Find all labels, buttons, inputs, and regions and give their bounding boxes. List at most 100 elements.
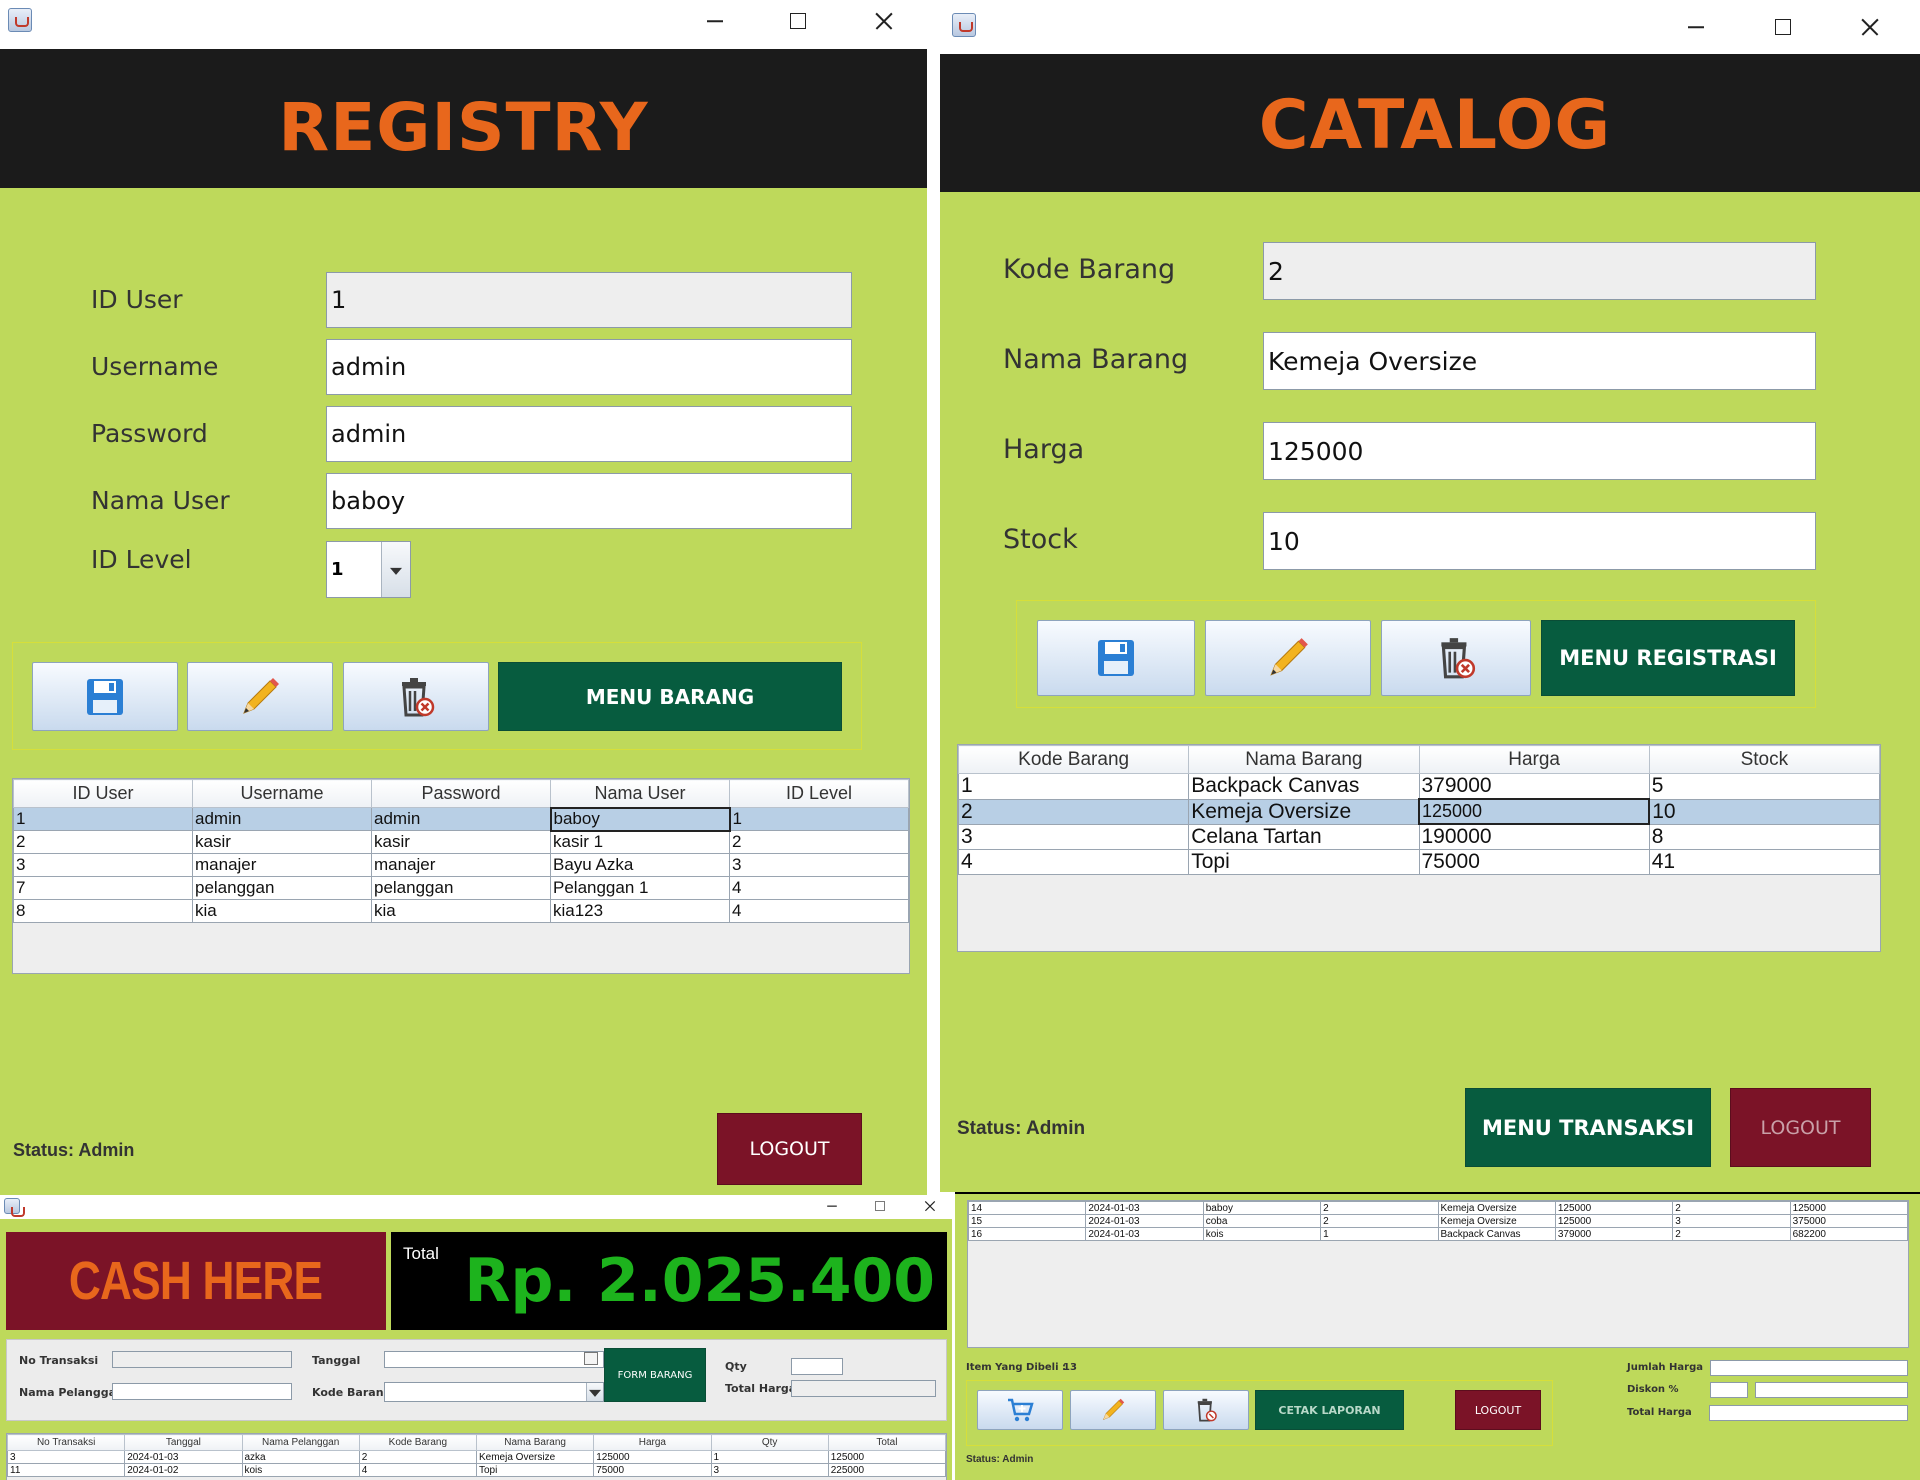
- table-cell[interactable]: admin: [192, 807, 372, 831]
- nama-barang-field[interactable]: Kemeja Oversize: [1263, 332, 1816, 390]
- harga-field[interactable]: 125000: [1263, 422, 1816, 480]
- table-row[interactable]: 15 2024-01-03 coba 2 Kemeja Oversize 125…: [968, 1214, 1908, 1228]
- table-cell[interactable]: 75000: [1418, 849, 1650, 875]
- table-cell[interactable]: 125000: [593, 1450, 712, 1464]
- column-header[interactable]: ID User: [13, 779, 193, 808]
- table-cell[interactable]: kois: [1202, 1227, 1322, 1241]
- table-cell[interactable]: 2: [1320, 1214, 1439, 1228]
- total-harga-field[interactable]: [1709, 1405, 1908, 1421]
- table-cell[interactable]: 682200: [1789, 1227, 1908, 1241]
- chevron-down-icon[interactable]: [586, 1383, 603, 1401]
- registry-table[interactable]: ID User Username Password Nama User ID L…: [12, 778, 910, 974]
- add-to-cart-button[interactable]: [977, 1390, 1063, 1430]
- logout-button[interactable]: LOGOUT: [717, 1113, 862, 1185]
- table-cell[interactable]: kasir: [192, 830, 372, 854]
- column-header[interactable]: Nama Barang: [1188, 745, 1420, 774]
- kode-barang-field[interactable]: 2: [1263, 242, 1816, 300]
- total-harga-field[interactable]: [791, 1380, 936, 1397]
- maximize-button[interactable]: [873, 1199, 887, 1212]
- table-cell[interactable]: 125000: [1554, 1214, 1674, 1228]
- table-cell[interactable]: 2: [729, 830, 909, 854]
- edit-button[interactable]: [187, 662, 333, 731]
- table-cell[interactable]: 1: [958, 773, 1190, 800]
- table-cell[interactable]: 125000: [1417, 798, 1651, 825]
- catalog-table[interactable]: Kode Barang Nama Barang Harga Stock 1 Ba…: [957, 744, 1881, 952]
- minimize-button[interactable]: [1676, 5, 1716, 49]
- nama-user-field[interactable]: baboy: [326, 473, 852, 529]
- delete-button[interactable]: [1163, 1390, 1249, 1430]
- table-cell[interactable]: 2: [1672, 1201, 1791, 1215]
- table-row[interactable]: 3 2024-01-03 azka 2 Kemeja Oversize 1250…: [7, 1450, 946, 1464]
- column-header[interactable]: ID Level: [729, 779, 909, 808]
- table-cell[interactable]: 4: [729, 876, 909, 900]
- table-cell[interactable]: 4: [958, 849, 1190, 875]
- column-header[interactable]: No Transaksi: [7, 1434, 126, 1451]
- no-transaksi-field[interactable]: [112, 1351, 292, 1368]
- table-cell[interactable]: 10: [1648, 798, 1880, 825]
- table-cell[interactable]: 379000: [1418, 773, 1650, 800]
- table-row[interactable]: 2 kasir kasir kasir 1 2: [13, 830, 909, 854]
- table-cell[interactable]: 5: [1648, 773, 1880, 800]
- table-cell[interactable]: 14: [968, 1201, 1087, 1215]
- table-cell[interactable]: 2024-01-02: [124, 1463, 243, 1477]
- tanggal-field[interactable]: [384, 1351, 604, 1368]
- table-cell[interactable]: manajer: [371, 853, 551, 877]
- column-header[interactable]: Password: [371, 779, 551, 808]
- table-cell[interactable]: 2024-01-03: [1085, 1227, 1204, 1241]
- column-header[interactable]: Nama User: [550, 779, 730, 808]
- table-cell[interactable]: 1: [13, 807, 193, 831]
- save-button[interactable]: [1037, 620, 1195, 696]
- table-cell[interactable]: azka: [241, 1450, 360, 1464]
- table-cell[interactable]: 1: [729, 807, 909, 831]
- minimize-button[interactable]: [825, 1199, 839, 1212]
- table-cell[interactable]: Celana Tartan: [1188, 823, 1420, 850]
- table-cell[interactable]: 2: [1320, 1201, 1439, 1215]
- qty-field[interactable]: [791, 1358, 843, 1375]
- table-row[interactable]: 2 Kemeja Oversize 125000 10: [958, 798, 1880, 825]
- form-barang-button[interactable]: FORM BARANG: [604, 1348, 706, 1402]
- table-cell[interactable]: 7: [13, 876, 193, 900]
- diskon-percent-field[interactable]: [1710, 1382, 1748, 1398]
- table-cell[interactable]: Backpack Canvas: [1437, 1227, 1556, 1241]
- table-cell[interactable]: pelanggan: [371, 876, 551, 900]
- table-cell[interactable]: Pelanggan 1: [550, 876, 730, 900]
- column-header[interactable]: Kode Barang: [958, 745, 1190, 774]
- maximize-button[interactable]: [778, 0, 818, 42]
- stock-field[interactable]: 10: [1263, 512, 1816, 570]
- column-header[interactable]: Kode Barang: [358, 1434, 478, 1451]
- table-row[interactable]: 7 pelanggan pelanggan Pelanggan 1 4: [13, 876, 909, 900]
- id-user-field[interactable]: 1: [326, 272, 852, 328]
- table-cell[interactable]: 4: [358, 1463, 478, 1477]
- table-cell[interactable]: 3: [729, 853, 909, 877]
- table-cell[interactable]: Kemeja Oversize: [475, 1450, 595, 1464]
- table-cell[interactable]: baboy: [549, 806, 731, 832]
- table-cell[interactable]: kia: [192, 899, 372, 923]
- table-cell[interactable]: kia123: [550, 899, 730, 923]
- diskon-amount-field[interactable]: [1755, 1382, 1908, 1398]
- table-cell[interactable]: 375000: [1789, 1214, 1908, 1228]
- table-cell[interactable]: 3: [1672, 1214, 1791, 1228]
- column-header[interactable]: Username: [192, 779, 372, 808]
- table-cell[interactable]: manajer: [192, 853, 372, 877]
- table-row[interactable]: 3 Celana Tartan 190000 8: [958, 823, 1880, 850]
- close-button[interactable]: [864, 0, 904, 42]
- table-row[interactable]: 4 Topi 75000 41: [958, 849, 1880, 875]
- table-cell[interactable]: 125000: [1789, 1201, 1908, 1215]
- table-cell[interactable]: 125000: [827, 1450, 946, 1464]
- table-cell[interactable]: 3: [710, 1463, 829, 1477]
- table-cell[interactable]: kois: [241, 1463, 360, 1477]
- table-row[interactable]: 11 2024-01-02 kois 4 Topi 75000 3 225000: [7, 1463, 946, 1477]
- edit-button[interactable]: [1205, 620, 1371, 696]
- close-button[interactable]: [923, 1199, 937, 1212]
- column-header[interactable]: Harga: [1418, 745, 1650, 774]
- cashier-table[interactable]: No Transaksi Tanggal Nama Pelanggan Kode…: [6, 1433, 947, 1480]
- close-button[interactable]: [1850, 5, 1890, 49]
- table-cell[interactable]: 41: [1648, 849, 1880, 875]
- edit-button[interactable]: [1070, 1390, 1156, 1430]
- table-cell[interactable]: 190000: [1418, 823, 1650, 850]
- table-cell[interactable]: 2024-01-03: [124, 1450, 243, 1464]
- table-cell[interactable]: Kemeja Oversize: [1437, 1214, 1556, 1228]
- maximize-button[interactable]: [1763, 5, 1803, 49]
- jumlah-harga-field[interactable]: [1710, 1360, 1908, 1376]
- table-cell[interactable]: 225000: [827, 1463, 946, 1477]
